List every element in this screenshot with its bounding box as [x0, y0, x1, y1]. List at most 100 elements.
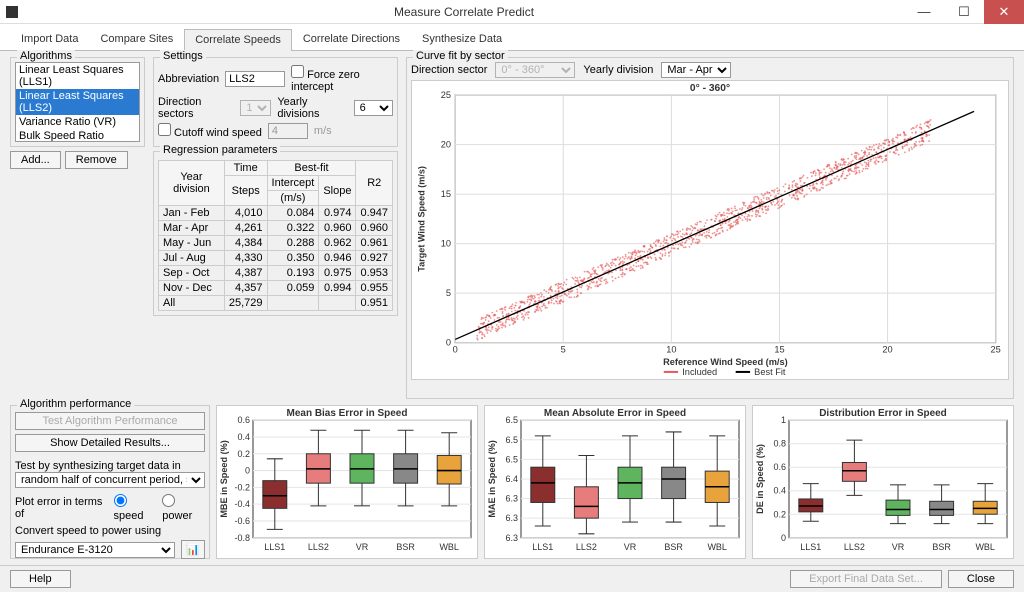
svg-text:-0.6: -0.6 — [235, 516, 250, 526]
algorithms-title: Algorithms — [17, 50, 75, 62]
table-row: Sep - Oct4,3870.1930.9750.953 — [159, 266, 393, 281]
scatter-chart: 051015202505101520250° - 360°Reference W… — [411, 80, 1009, 380]
minimize-button[interactable]: — — [904, 0, 944, 24]
svg-text:Mean Absolute Error in Speed: Mean Absolute Error in Speed — [544, 408, 686, 419]
svg-text:BSR: BSR — [664, 542, 683, 552]
svg-text:0.8: 0.8 — [774, 439, 786, 449]
radio-power[interactable] — [162, 494, 175, 507]
help-button[interactable]: Help — [10, 570, 71, 588]
convert-select[interactable]: Endurance E-3120 — [15, 542, 175, 558]
maximize-button[interactable]: ☐ — [944, 0, 984, 24]
tab-correlate-speeds[interactable]: Correlate Speeds — [184, 29, 292, 51]
close-button[interactable]: ✕ — [984, 0, 1024, 24]
add-algorithm-button[interactable]: Add... — [10, 151, 61, 169]
svg-text:LLS2: LLS2 — [844, 542, 865, 552]
svg-text:Best Fit: Best Fit — [754, 367, 786, 377]
tab-compare-sites[interactable]: Compare Sites — [89, 28, 184, 50]
remove-algorithm-button[interactable]: Remove — [65, 151, 128, 169]
test-synth-select[interactable]: random half of concurrent period, 50x — [15, 472, 205, 488]
svg-text:15: 15 — [441, 189, 451, 199]
plot-error-label: Plot error in terms of — [15, 496, 108, 520]
svg-text:WBL: WBL — [975, 542, 994, 552]
tab-correlate-directions[interactable]: Correlate Directions — [292, 28, 411, 50]
svg-text:-0.8: -0.8 — [235, 533, 250, 543]
tab-synthesize-data[interactable]: Synthesize Data — [411, 28, 513, 50]
algo-lls2[interactable]: Linear Least Squares (LLS2) — [16, 89, 139, 115]
force-zero-checkbox[interactable] — [291, 65, 304, 78]
svg-text:Included: Included — [682, 367, 717, 377]
svg-text:Target Wind Speed (m/s): Target Wind Speed (m/s) — [416, 166, 426, 272]
svg-text:BSR: BSR — [396, 542, 415, 552]
mae-chart: 6.36.36.36.46.56.56.5LLS1LLS2VRBSRWBLMea… — [484, 405, 746, 559]
svg-text:WBL: WBL — [439, 542, 458, 552]
yearly-div-label: Yearly divisions — [277, 96, 347, 120]
regression-title: Regression parameters — [160, 144, 280, 156]
svg-text:5: 5 — [561, 345, 566, 355]
svg-text:10: 10 — [666, 345, 676, 355]
dir-sectors-label: Direction sectors — [158, 96, 234, 120]
svg-text:Mean Bias Error in Speed: Mean Bias Error in Speed — [287, 408, 408, 419]
svg-text:MAE in Speed (%): MAE in Speed (%) — [487, 440, 497, 517]
svg-text:6.5: 6.5 — [506, 454, 518, 464]
window-title: Measure Correlate Predict — [24, 5, 904, 19]
svg-text:6.5: 6.5 — [506, 415, 518, 425]
cutoff-checkbox[interactable] — [158, 123, 171, 136]
svg-text:20: 20 — [441, 140, 451, 150]
svg-text:-0.4: -0.4 — [235, 499, 250, 509]
algo-lls1[interactable]: Linear Least Squares (LLS1) — [16, 63, 139, 89]
svg-text:Reference Wind Speed (m/s): Reference Wind Speed (m/s) — [663, 357, 788, 367]
svg-text:0° - 360°: 0° - 360° — [690, 83, 730, 94]
convert-label: Convert speed to power using — [15, 525, 205, 537]
mbe-chart: -0.8-0.6-0.4-0.200.20.40.6LLS1LLS2VRBSRW… — [216, 405, 478, 559]
svg-text:-0.2: -0.2 — [235, 482, 250, 492]
curve-yearly-div-label: Yearly division — [583, 64, 653, 76]
test-synth-label: Test by synthesizing target data in — [15, 460, 205, 472]
regression-table: Year division Time Best-fit R2 Steps Int… — [158, 160, 393, 311]
table-row: All25,7290.951 — [159, 296, 393, 311]
svg-text:6.3: 6.3 — [506, 533, 518, 543]
svg-text:LLS1: LLS1 — [532, 542, 553, 552]
svg-text:LLS2: LLS2 — [576, 542, 597, 552]
app-icon — [6, 6, 18, 18]
cutoff-label[interactable]: Cutoff wind speed — [158, 123, 262, 139]
svg-text:MBE in Speed (%): MBE in Speed (%) — [219, 440, 229, 517]
de-chart: 00.20.40.60.81LLS1LLS2VRBSRWBLDistributi… — [752, 405, 1014, 559]
svg-text:25: 25 — [991, 345, 1001, 355]
svg-text:10: 10 — [441, 239, 451, 249]
abbrev-input[interactable] — [225, 71, 285, 87]
power-curve-button[interactable]: 📊 — [181, 540, 205, 559]
tab-import-data[interactable]: Import Data — [10, 28, 89, 50]
algorithm-listbox[interactable]: Linear Least Squares (LLS1) Linear Least… — [15, 62, 140, 142]
curvefit-title: Curve fit by sector — [413, 50, 508, 62]
svg-text:BSR: BSR — [932, 542, 951, 552]
table-row: May - Jun4,3840.2880.9620.961 — [159, 236, 393, 251]
force-zero-label[interactable]: Force zero intercept — [291, 65, 393, 93]
svg-text:0.6: 0.6 — [238, 415, 250, 425]
show-details-button[interactable]: Show Detailed Results... — [15, 434, 205, 452]
table-row: Jul - Aug4,3300.3500.9460.927 — [159, 251, 393, 266]
svg-text:6.4: 6.4 — [506, 474, 518, 484]
settings-fieldset: Settings Abbreviation Force zero interce… — [153, 57, 398, 147]
close-dialog-button[interactable]: Close — [948, 570, 1014, 588]
dir-sector-label: Direction sector — [411, 64, 487, 76]
abbrev-label: Abbreviation — [158, 73, 219, 85]
algorithms-fieldset: Algorithms Linear Least Squares (LLS1) L… — [10, 57, 145, 147]
curve-yearly-div-select[interactable]: Mar - Apr — [661, 62, 731, 78]
footer: Help Export Final Data Set... Close — [0, 565, 1024, 592]
svg-text:0: 0 — [446, 338, 451, 348]
table-row: Mar - Apr4,2610.3220.9600.960 — [159, 221, 393, 236]
cutoff-unit: m/s — [314, 125, 332, 137]
yearly-div-select[interactable]: 6 — [354, 100, 393, 116]
curvefit-fieldset: Curve fit by sector Direction sector 0° … — [406, 57, 1014, 399]
svg-text:6.3: 6.3 — [506, 494, 518, 504]
svg-text:5: 5 — [446, 288, 451, 298]
svg-text:Distribution Error in Speed: Distribution Error in Speed — [819, 408, 947, 419]
svg-text:0.4: 0.4 — [238, 432, 250, 442]
algo-bsr[interactable]: Bulk Speed Ratio (BSR) — [16, 129, 139, 142]
svg-text:VR: VR — [624, 542, 637, 552]
radio-speed[interactable] — [114, 494, 127, 507]
performance-title: Algorithm performance — [17, 398, 134, 410]
export-button: Export Final Data Set... — [790, 570, 942, 588]
svg-text:0: 0 — [781, 533, 786, 543]
algo-vr[interactable]: Variance Ratio (VR) — [16, 115, 139, 129]
